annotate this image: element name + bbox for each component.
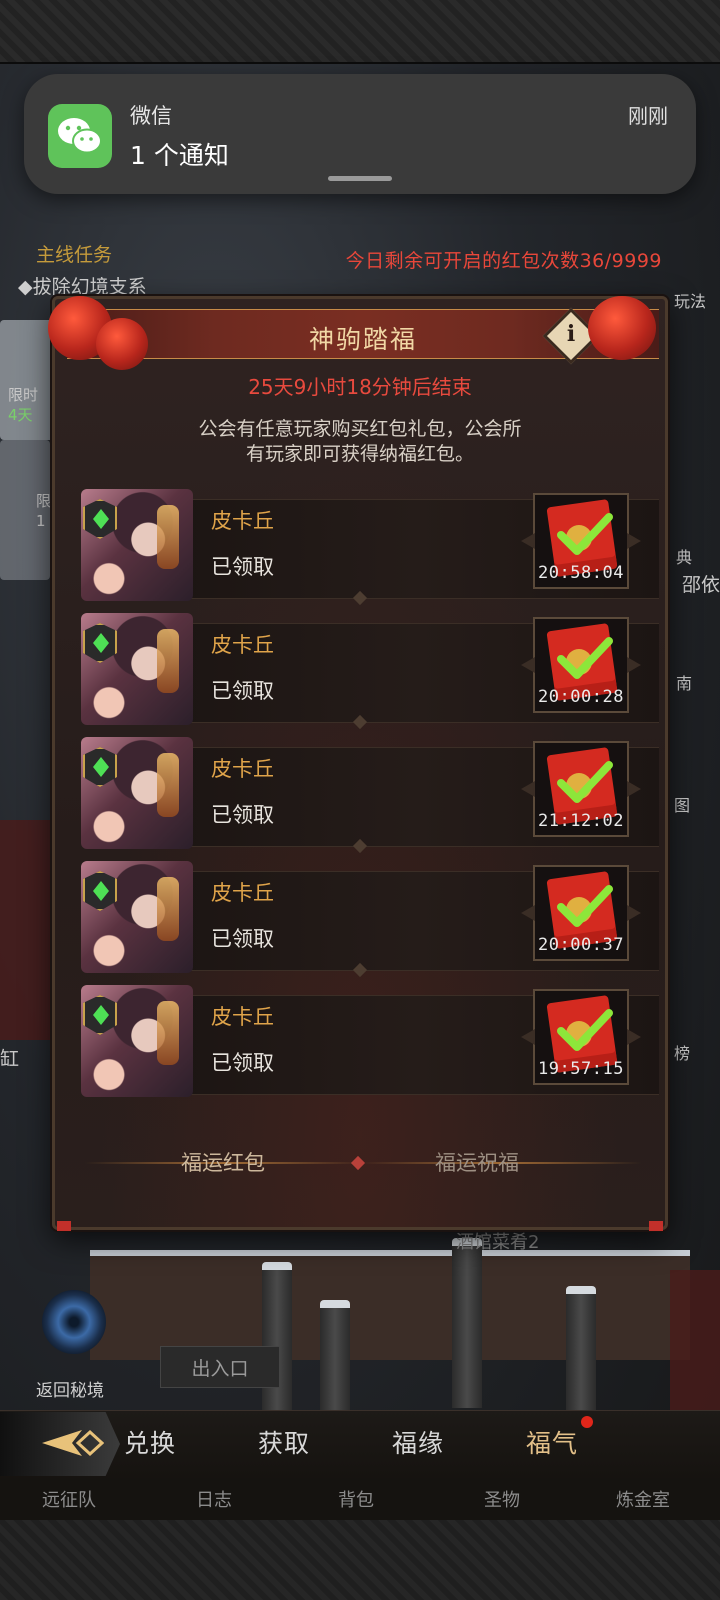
notification-dot [581,1416,593,1428]
nav-backpack[interactable]: 背包 [338,1486,374,1512]
checkmark-icon [557,761,613,803]
dialog-header: 神驹踏福 i [67,307,659,365]
description-line: 有玩家即可获得纳福红包。 [245,443,474,465]
checkmark-icon [557,1009,613,1051]
bottom-border-decoration [0,1520,720,1600]
courtyard-wall [90,1250,690,1360]
side-label-left[interactable]: 限时 [8,384,38,405]
top-border-decoration [0,0,720,64]
tab-lucky-blessing[interactable]: 福运祝福 [435,1147,519,1177]
tab-fortune-luck[interactable]: 福气 [526,1424,578,1460]
dialog-corner-ornament [57,1221,71,1231]
claim-status: 已领取 [211,927,274,951]
info-glyph: i [566,321,576,347]
tab-exchange[interactable]: 兑换 [124,1424,176,1460]
building-wall [0,820,56,1040]
dialog-corner-ornament [649,1221,663,1231]
return-portal-icon[interactable] [42,1290,106,1354]
player-name: 皮卡丘 [211,881,274,905]
notification-app-name: 微信 [130,104,172,128]
red-envelope-button[interactable]: 20:00:37 [533,865,629,961]
exit-sign[interactable]: 出入口 [160,1346,280,1388]
avatar-lantern [157,629,179,693]
event-description: 公会有任意玩家购买红包礼包，公会所 有玩家即可获得纳福红包。 [55,417,665,467]
envelope-time: 20:00:37 [538,935,624,955]
list-item: 皮卡丘 已领取 21:12:02 [59,737,663,861]
description-line: 公会有任意玩家购买红包礼包，公会所 [198,418,522,440]
tab-obtain[interactable]: 获取 [258,1424,310,1460]
side-label-right[interactable]: 图 [674,792,690,816]
envelope-time: 20:00:28 [538,687,624,707]
checkmark-icon [557,885,613,927]
remaining-envelopes-text: 今日剩余可开启的红包次数36/9999 [345,250,662,272]
side-label-right[interactable]: 榜 [674,1040,690,1064]
envelope-time: 20:58:04 [538,563,624,583]
return-portal-label[interactable]: 返回秘境 [36,1376,104,1401]
red-envelope-button[interactable]: 20:58:04 [533,493,629,589]
claim-status: 已领取 [211,555,274,579]
exit-sign-label: 出入口 [191,1357,249,1380]
envelope-time: 21:12:02 [538,811,624,831]
avatar-lantern [157,1001,179,1065]
stone-pillar [566,1286,596,1410]
side-label-left: 1 [36,512,46,530]
envelope-time: 19:57:15 [538,1059,624,1079]
tab-fortune-fate[interactable]: 福缘 [392,1424,444,1460]
list-item: 皮卡丘 已领取 20:00:28 [59,613,663,737]
list-item: 皮卡丘 已领取 20:00:37 [59,861,663,985]
nav-relics[interactable]: 圣物 [484,1486,520,1512]
claim-status: 已领取 [211,1051,274,1075]
nav-log[interactable]: 日志 [196,1486,232,1512]
envelope-list: 皮卡丘 已领取 20:58:04 皮卡丘 已领取 20:00:28 皮卡丘 已领… [59,489,663,1109]
player-name: 皮卡丘 [211,509,274,533]
nav-expedition[interactable]: 远征队 [42,1486,96,1512]
side-label-right[interactable]: 玩法 [674,288,706,312]
claim-status: 已领取 [211,679,274,703]
side-label-left: 4天 [8,406,33,424]
notification-time: 刚刚 [628,104,668,128]
side-label-right[interactable]: 南 [676,670,692,694]
avatar-lantern [157,505,179,569]
side-label-left: 缸 [0,1048,20,1070]
event-countdown: 25天9小时18分钟后结束 [248,375,472,399]
red-envelope-button[interactable]: 20:00:28 [533,617,629,713]
main-quest-title[interactable]: 主线任务 [36,240,112,267]
avatar-lantern [157,877,179,941]
red-envelope-button[interactable]: 19:57:15 [533,989,629,1085]
claim-status: 已领取 [211,803,274,827]
dialog-tab-strip: 福运红包 福运祝福 [85,1143,641,1183]
list-item: 皮卡丘 已领取 20:58:04 [59,489,663,613]
tab-separator-diamond [350,1155,366,1171]
side-label-left[interactable]: 限 [36,490,51,511]
building-wall [670,1270,720,1410]
nav-alchemy[interactable]: 炼金室 [616,1486,670,1512]
main-quest-subtitle[interactable]: ◆拔除幻境支系 [18,272,147,299]
notification-drag-handle[interactable] [328,176,392,181]
lantern-decoration-icon [96,318,148,370]
tavern-label[interactable]: 酒馆菜肴2 [456,1228,539,1254]
stone-pillar [320,1300,350,1410]
notification-message: 1 个通知 [130,141,229,170]
wechat-icon [48,104,112,168]
back-arrow-icon [42,1429,104,1457]
wechat-notification[interactable]: 微信 1 个通知 刚刚 [24,74,696,194]
stone-pillar [452,1238,482,1408]
stone-pillar [262,1262,292,1412]
red-envelope-button[interactable]: 21:12:02 [533,741,629,837]
tab-lucky-envelope[interactable]: 福运红包 [181,1147,265,1177]
wechat-bubbles-icon [58,118,102,154]
checkmark-icon [557,513,613,555]
avatar-lantern [157,753,179,817]
red-envelope-dialog: 神驹踏福 i 25天9小时18分钟后结束 公会有任意玩家购买红包礼包，公会所 有… [52,296,668,1231]
checkmark-icon [557,637,613,679]
side-label-right[interactable]: 典 [676,544,692,568]
list-item: 皮卡丘 已领取 19:57:15 [59,985,663,1109]
player-name: 皮卡丘 [211,633,274,657]
side-label-right[interactable]: 邵依 [682,570,720,597]
player-name: 皮卡丘 [211,757,274,781]
player-name: 皮卡丘 [211,1005,274,1029]
lantern-decoration-icon [588,296,656,360]
